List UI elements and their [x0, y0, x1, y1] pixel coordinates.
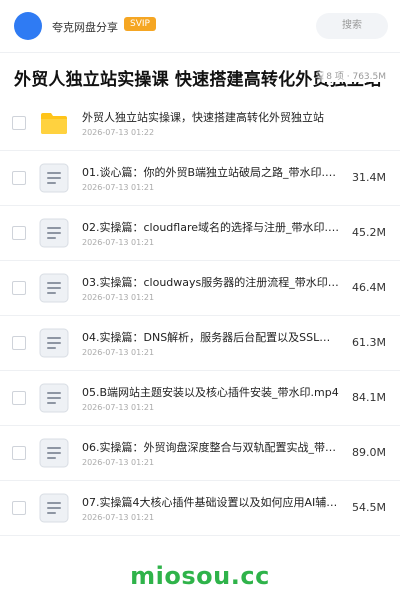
file-date: 2026-07-13 01:21: [82, 513, 155, 522]
share-title-row: 外贸人独立站实操课 快速搭建高转化外贸独立站 8 项 · 763.5M: [0, 58, 400, 94]
file-row[interactable]: 01.谈心篇：你的外贸B端独立站破局之路_带水印.mp4 2026-07-13 0…: [0, 151, 400, 206]
folder-row[interactable]: 外贸人独立站实操课，快速搭建高转化外贸独立站 2026-07-13 01:22: [0, 96, 400, 151]
file-size: 84.1M: [352, 391, 386, 404]
file-icon: [38, 382, 70, 414]
file-row[interactable]: 03.实操篇：cloudways服务器的注册流程_带水印.mp4 2026-07-…: [0, 261, 400, 316]
file-size: 46.4M: [352, 281, 386, 294]
file-icon: [38, 162, 70, 194]
file-date: 2026-07-13 01:21: [82, 403, 155, 412]
file-name: 03.实操篇：cloudways服务器的注册流程_带水印.mp4: [82, 276, 340, 289]
select-checkbox[interactable]: [12, 116, 26, 130]
file-name: 外贸人独立站实操课，快速搭建高转化外贸独立站: [82, 111, 324, 124]
file-icon: [38, 272, 70, 304]
select-checkbox[interactable]: [12, 226, 26, 240]
file-date: 2026-07-13 01:22: [82, 128, 155, 137]
search-button[interactable]: 搜索: [316, 13, 388, 39]
file-name: 04.实操篇：DNS解析，服务器后台配置以及SSL证书_带水印.mp4: [82, 331, 340, 344]
file-name: 06.实操篇：外贸询盘深度整合与双轨配置实战_带水印.mp4: [82, 441, 340, 454]
avatar[interactable]: [14, 12, 42, 40]
select-checkbox[interactable]: [12, 281, 26, 295]
top-bar: 夸克网盘分享 SVIP 搜索: [0, 0, 400, 53]
file-name: 01.谈心篇：你的外贸B端独立站破局之路_带水印.mp4: [82, 166, 340, 179]
site-watermark: miosou.cc: [130, 562, 270, 590]
select-checkbox[interactable]: [12, 501, 26, 515]
file-row[interactable]: 02.实操篇：cloudflare域名的选择与注册_带水印.mp4 2026-07…: [0, 206, 400, 261]
file-row[interactable]: 04.实操篇：DNS解析，服务器后台配置以及SSL证书_带水印.mp4 2026-…: [0, 316, 400, 371]
file-date: 2026-07-13 01:21: [82, 348, 155, 357]
file-size: 89.0M: [352, 446, 386, 459]
select-checkbox[interactable]: [12, 336, 26, 350]
vip-badge: SVIP: [124, 17, 156, 31]
select-checkbox[interactable]: [12, 171, 26, 185]
file-date: 2026-07-13 01:21: [82, 293, 155, 302]
file-icon: [38, 217, 70, 249]
file-icon: [38, 437, 70, 469]
file-name: 05.B端网站主题安装以及核心插件安装_带水印.mp4: [82, 386, 339, 399]
sharer-name: 夸克网盘分享: [52, 21, 118, 34]
select-checkbox[interactable]: [12, 446, 26, 460]
file-size: 45.2M: [352, 226, 386, 239]
file-date: 2026-07-13 01:21: [82, 458, 155, 467]
file-icon: [38, 327, 70, 359]
file-name: 07.实操篇4大核心插件基础设置以及如何应用AI辅助_带水印.mp4: [82, 496, 340, 509]
file-row[interactable]: 06.实操篇：外贸询盘深度整合与双轨配置实战_带水印.mp4 2026-07-13…: [0, 426, 400, 481]
file-date: 2026-07-13 01:21: [82, 238, 155, 247]
file-list: 外贸人独立站实操课，快速搭建高转化外贸独立站 2026-07-13 01:22 01…: [0, 96, 400, 536]
file-size: 61.3M: [352, 336, 386, 349]
file-row[interactable]: 07.实操篇4大核心插件基础设置以及如何应用AI辅助_带水印.mp4 2026-0…: [0, 481, 400, 536]
file-row[interactable]: 05.B端网站主题安装以及核心插件安装_带水印.mp4 2026-07-13 01…: [0, 371, 400, 426]
file-name: 02.实操篇：cloudflare域名的选择与注册_带水印.mp4: [82, 221, 340, 234]
file-size: 31.4M: [352, 171, 386, 184]
file-date: 2026-07-13 01:21: [82, 183, 155, 192]
file-icon: [38, 492, 70, 524]
file-size: 54.5M: [352, 501, 386, 514]
share-meta: 8 项 · 763.5M: [316, 69, 386, 82]
folder-icon: [38, 107, 70, 139]
select-checkbox[interactable]: [12, 391, 26, 405]
